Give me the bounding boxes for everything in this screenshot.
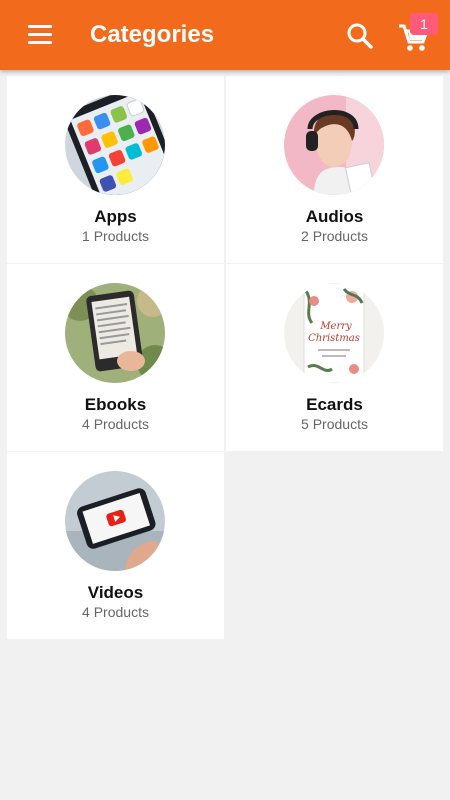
svg-text:Merry: Merry xyxy=(319,321,352,332)
search-icon[interactable] xyxy=(344,20,376,52)
ebooks-thumbnail-image xyxy=(65,283,165,383)
category-name: Ecards xyxy=(306,395,363,414)
apps-thumbnail-image xyxy=(65,95,165,195)
videos-thumbnail-image xyxy=(65,471,165,571)
category-name: Audios xyxy=(305,207,364,226)
audios-thumbnail-image xyxy=(284,95,384,195)
menu-icon[interactable] xyxy=(20,20,60,50)
product-count: 4 Products xyxy=(82,416,149,432)
category-card-apps[interactable]: Apps 1 Products xyxy=(7,76,224,263)
category-card-audios[interactable]: Audios 2 Products xyxy=(226,76,443,263)
app-bar: Categories 1 xyxy=(0,0,450,70)
category-card-ebooks[interactable]: Ebooks 4 Products xyxy=(7,264,224,451)
product-count: 1 Products xyxy=(82,228,149,244)
product-count: 4 Products xyxy=(82,604,149,620)
product-count: 2 Products xyxy=(301,228,368,244)
cart-count-badge: 1 xyxy=(410,13,438,35)
product-count: 5 Products xyxy=(301,416,368,432)
page-title: Categories xyxy=(90,21,215,48)
category-name: Ebooks xyxy=(84,395,147,414)
category-name: Videos xyxy=(87,583,144,602)
svg-text:Christmas: Christmas xyxy=(308,333,360,344)
category-card-ecards[interactable]: Merry Christmas Ecards 5 Products xyxy=(226,264,443,451)
category-card-videos[interactable]: Videos 4 Products xyxy=(7,452,224,639)
category-name: Apps xyxy=(94,207,137,226)
ecards-thumbnail-image: Merry Christmas xyxy=(284,283,384,383)
category-grid: Apps 1 Products Audios 2 Products Ebooks… xyxy=(7,76,443,639)
